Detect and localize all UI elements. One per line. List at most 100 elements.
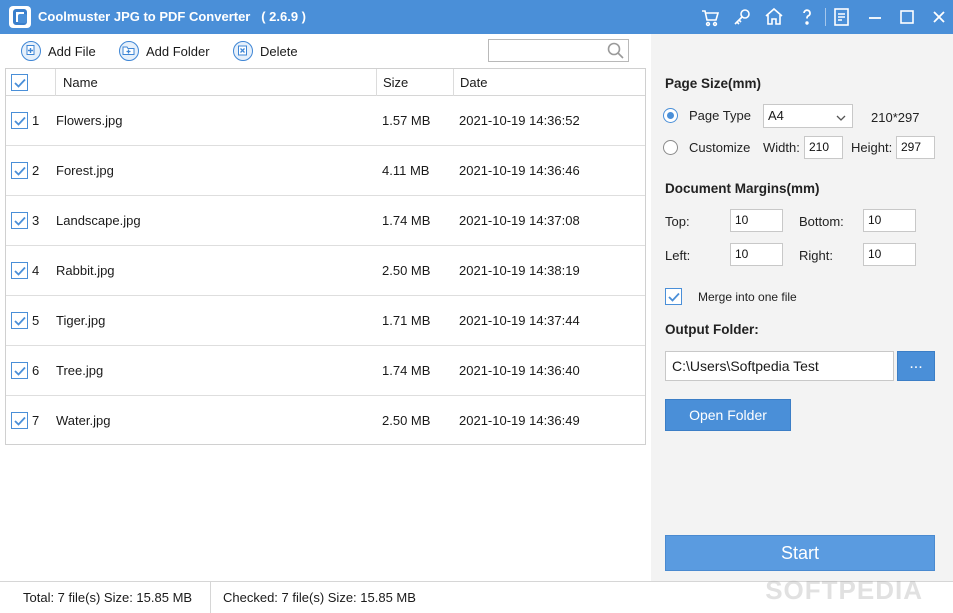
- add-folder-icon: [119, 41, 139, 61]
- file-name: Rabbit.jpg: [56, 263, 115, 278]
- page-type-radio[interactable]: [663, 108, 678, 123]
- row-index: 2: [32, 163, 40, 178]
- bottom-margin-input[interactable]: 10: [863, 209, 916, 232]
- total-status: Total: 7 file(s) Size: 15.85 MB: [23, 590, 193, 605]
- toolbar: Add File Add Folder Delete: [0, 34, 650, 68]
- delete-icon: [233, 41, 253, 61]
- checked-status: Checked: 7 file(s) Size: 15.85 MB: [223, 590, 416, 605]
- cart-icon[interactable]: [698, 5, 722, 29]
- merge-checkbox[interactable]: [665, 288, 682, 305]
- file-name: Forest.jpg: [56, 163, 114, 178]
- column-header-size[interactable]: Size: [383, 69, 408, 96]
- key-icon[interactable]: [730, 5, 754, 29]
- right-margin-label: Right:: [799, 248, 833, 263]
- add-folder-label: Add Folder: [146, 43, 210, 59]
- help-icon[interactable]: [795, 5, 819, 29]
- row-index: 3: [32, 213, 40, 228]
- table-row[interactable]: 4 Rabbit.jpg 2.50 MB 2021-10-19 14:38:19: [6, 246, 645, 296]
- search-input[interactable]: [489, 40, 607, 61]
- page-type-select[interactable]: A4: [763, 104, 853, 128]
- table-row[interactable]: 2 Forest.jpg 4.11 MB 2021-10-19 14:36:46: [6, 146, 645, 196]
- browse-button[interactable]: ...: [897, 351, 935, 381]
- height-input[interactable]: 297: [896, 136, 935, 159]
- page-type-label: Page Type: [689, 108, 751, 123]
- status-divider: [210, 582, 211, 613]
- close-icon[interactable]: [927, 5, 951, 29]
- row-checkbox[interactable]: [11, 162, 28, 179]
- home-icon[interactable]: [762, 5, 786, 29]
- row-checkbox[interactable]: [11, 362, 28, 379]
- select-all-checkbox[interactable]: [11, 74, 28, 91]
- table-row[interactable]: 3 Landscape.jpg 1.74 MB 2021-10-19 14:37:08: [6, 196, 645, 246]
- row-checkbox[interactable]: [11, 212, 28, 229]
- customize-label: Customize: [689, 140, 751, 155]
- column-divider: [376, 69, 377, 96]
- column-header-name[interactable]: Name: [63, 69, 98, 96]
- row-checkbox[interactable]: [11, 312, 28, 329]
- title-bar: Coolmuster JPG to PDF Converter ( 2.6.9 …: [0, 0, 953, 34]
- output-path-field[interactable]: C:\Users\Softpedia Test: [665, 351, 894, 381]
- table-row[interactable]: 1 Flowers.jpg 1.57 MB 2021-10-19 14:36:52: [6, 96, 645, 146]
- width-label: Width:: [763, 140, 800, 155]
- row-checkbox[interactable]: [11, 262, 28, 279]
- file-date: 2021-10-19 14:36:49: [459, 413, 580, 428]
- output-folder-title: Output Folder:: [665, 322, 759, 337]
- table-body: 1 Flowers.jpg 1.57 MB 2021-10-19 14:36:52 2 F…: [6, 96, 645, 445]
- height-label: Height:: [851, 140, 893, 155]
- file-name: Landscape.jpg: [56, 213, 141, 228]
- add-file-icon: [21, 41, 41, 61]
- start-button[interactable]: Start: [665, 535, 935, 571]
- row-index: 7: [32, 413, 40, 428]
- delete-button[interactable]: Delete: [233, 40, 298, 62]
- top-margin-input[interactable]: 10: [730, 209, 783, 232]
- file-size: 2.50 MB: [382, 413, 431, 428]
- page-type-dimensions: 210*297: [871, 110, 920, 125]
- file-name: Flowers.jpg: [56, 113, 123, 128]
- file-date: 2021-10-19 14:37:08: [459, 213, 580, 228]
- table-row[interactable]: 6 Tree.jpg 1.74 MB 2021-10-19 14:36:40: [6, 346, 645, 396]
- left-margin-input[interactable]: 10: [730, 243, 783, 266]
- row-checkbox[interactable]: [11, 412, 28, 429]
- search-box[interactable]: [488, 39, 629, 62]
- table-row[interactable]: 7 Water.jpg 2.50 MB 2021-10-19 14:36:49: [6, 396, 645, 446]
- row-checkbox[interactable]: [11, 112, 28, 129]
- column-header-divider: [453, 69, 454, 96]
- add-folder-button[interactable]: Add Folder: [119, 40, 210, 62]
- search-icon[interactable]: [606, 41, 626, 64]
- width-input[interactable]: 210: [804, 136, 843, 159]
- bottom-margin-label: Bottom:: [799, 214, 844, 229]
- file-size: 1.71 MB: [382, 313, 431, 328]
- file-date: 2021-10-19 14:36:52: [459, 113, 580, 128]
- file-name: Tree.jpg: [56, 363, 104, 378]
- right-margin-input[interactable]: 10: [863, 243, 916, 266]
- settings-panel: Page Size(mm) Page Type A4 210*297 Custo…: [651, 34, 953, 581]
- table-row[interactable]: 5 Tiger.jpg 1.71 MB 2021-10-19 14:37:44: [6, 296, 645, 346]
- feedback-icon[interactable]: [830, 5, 854, 29]
- merge-label: Merge into one file: [698, 290, 797, 304]
- file-table: Name Size Date 1 Flowers.jpg 1.57 MB 2021-1…: [5, 68, 646, 445]
- customize-radio[interactable]: [663, 140, 678, 155]
- app-logo-icon: [9, 6, 31, 28]
- maximize-icon[interactable]: [895, 5, 919, 29]
- delete-label: Delete: [260, 43, 298, 59]
- row-index: 1: [32, 113, 40, 128]
- chevron-down-icon: [835, 109, 847, 131]
- column-header-date[interactable]: Date: [460, 69, 487, 96]
- add-file-label: Add File: [48, 43, 96, 59]
- window-title: Coolmuster JPG to PDF Converter ( 2.6.9 …: [38, 9, 306, 24]
- watermark-logo: SOFTPEDIA: [765, 575, 923, 605]
- minimize-icon[interactable]: [863, 5, 887, 29]
- add-file-button[interactable]: Add File: [21, 40, 96, 62]
- file-size: 1.74 MB: [382, 213, 431, 228]
- row-index: 4: [32, 263, 40, 278]
- file-date: 2021-10-19 14:36:46: [459, 163, 580, 178]
- titlebar-divider: [825, 8, 826, 26]
- file-size: 2.50 MB: [382, 263, 431, 278]
- row-index: 6: [32, 363, 40, 378]
- left-margin-label: Left:: [665, 248, 691, 263]
- file-date: 2021-10-19 14:36:40: [459, 363, 580, 378]
- file-size: 4.11 MB: [382, 163, 430, 178]
- row-index: 5: [32, 313, 40, 328]
- open-folder-button[interactable]: Open Folder: [665, 399, 791, 431]
- file-size: 1.74 MB: [382, 363, 431, 378]
